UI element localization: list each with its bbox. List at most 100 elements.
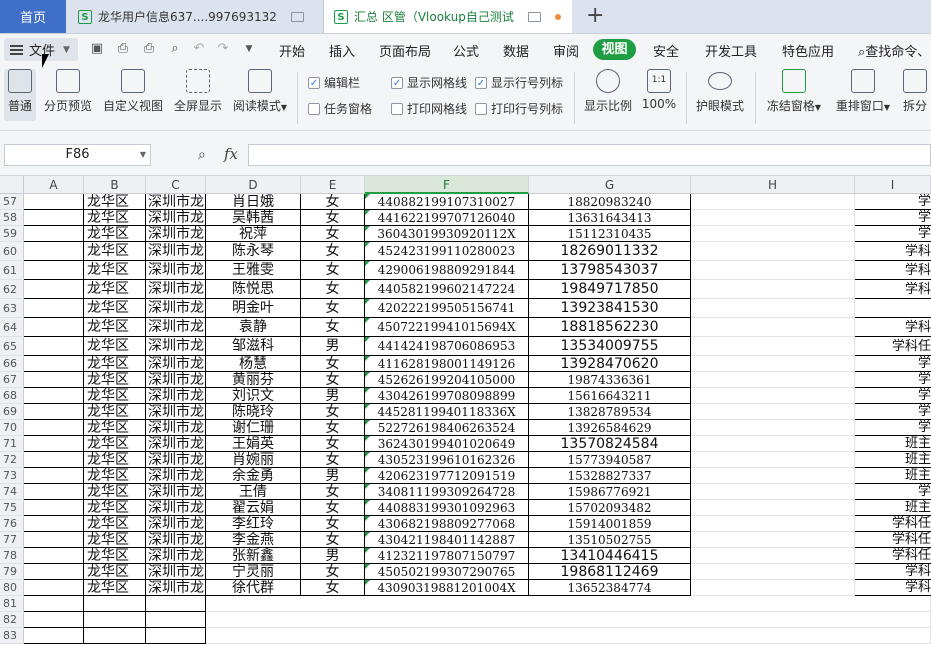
cell-district[interactable]: 龙华区 xyxy=(84,436,146,452)
cell-district[interactable]: 龙华区 xyxy=(84,372,146,388)
cell-h[interactable] xyxy=(691,436,855,452)
cell-gender[interactable]: 女 xyxy=(301,226,365,242)
row-header[interactable]: 59 xyxy=(0,226,24,242)
column-header-d[interactable]: D xyxy=(206,176,301,194)
cell-empty[interactable] xyxy=(206,596,931,612)
column-header-f[interactable]: F xyxy=(365,176,529,194)
menu-page-layout[interactable]: 页面布局 xyxy=(379,41,431,60)
cell-id-number[interactable]: 430426199708098899 xyxy=(365,388,529,404)
cell-a[interactable] xyxy=(24,372,84,388)
cell-role[interactable]: 学 xyxy=(855,210,931,226)
cell-a[interactable] xyxy=(24,628,84,644)
cell-gender[interactable]: 女 xyxy=(301,299,365,318)
cell-phone[interactable]: 13410446415 xyxy=(529,548,691,564)
cell-name[interactable]: 宁灵丽 xyxy=(206,564,301,580)
menu-start[interactable]: 开始 xyxy=(279,41,305,60)
zoom-button[interactable]: 显示比例 xyxy=(582,69,634,114)
cell-id-number[interactable]: 362430199401020649 xyxy=(365,436,529,452)
cell-district[interactable]: 龙华区 xyxy=(84,194,146,210)
column-header-g[interactable]: G xyxy=(529,176,691,194)
cell-city[interactable]: 深圳市龙 xyxy=(146,337,206,356)
print-preview-icon[interactable]: ⎙ xyxy=(116,42,130,56)
cell-name[interactable]: 杨慧 xyxy=(206,356,301,372)
cell-role[interactable]: 学 xyxy=(855,372,931,388)
row-header[interactable]: 73 xyxy=(0,468,24,484)
cell-city[interactable]: 深圳市龙 xyxy=(146,468,206,484)
cell-id-number[interactable]: 430421198401142887 xyxy=(365,532,529,548)
cell-phone[interactable]: 19874336361 xyxy=(529,372,691,388)
cell-district[interactable]: 龙华区 xyxy=(84,261,146,280)
formula-input[interactable] xyxy=(248,144,931,166)
cell-empty[interactable] xyxy=(206,612,931,628)
cell-a[interactable] xyxy=(24,596,84,612)
cell-id-number[interactable]: 43090319881201004X xyxy=(365,580,529,596)
cell-role[interactable]: 学 xyxy=(855,194,931,210)
cell-role[interactable]: 学 xyxy=(855,484,931,500)
cell-district[interactable]: 龙华区 xyxy=(84,484,146,500)
cell-phone[interactable]: 13570824584 xyxy=(529,436,691,452)
cell-id-number[interactable]: 36043019930920112X xyxy=(365,226,529,242)
cell-phone[interactable]: 15914001859 xyxy=(529,516,691,532)
cell-name[interactable]: 翟云娟 xyxy=(206,500,301,516)
cell-h[interactable] xyxy=(691,500,855,516)
edit-bar-checkbox[interactable]: ✓ 编辑栏 xyxy=(308,74,360,91)
row-header[interactable]: 72 xyxy=(0,452,24,468)
cell-city[interactable]: 深圳市龙 xyxy=(146,452,206,468)
cell-city[interactable]: 深圳市龙 xyxy=(146,388,206,404)
cell-b[interactable] xyxy=(84,628,146,644)
cell-district[interactable]: 龙华区 xyxy=(84,468,146,484)
undo-icon[interactable]: ↶ xyxy=(192,42,206,56)
cell-h[interactable] xyxy=(691,532,855,548)
custom-view-button[interactable]: 自定义视图 xyxy=(100,69,166,114)
rearrange-window-button[interactable]: 重排窗口▼ xyxy=(832,69,894,114)
cell-city[interactable]: 深圳市龙 xyxy=(146,532,206,548)
cell-phone[interactable]: 13926584629 xyxy=(529,420,691,436)
cell-gender[interactable]: 女 xyxy=(301,356,365,372)
print-rowcol-checkbox[interactable]: 打印行号列标 xyxy=(475,100,563,117)
cell-phone[interactable]: 15112310435 xyxy=(529,226,691,242)
cell-district[interactable]: 龙华区 xyxy=(84,500,146,516)
row-header[interactable]: 68 xyxy=(0,388,24,404)
menu-insert[interactable]: 插入 xyxy=(329,41,355,60)
cell-gender[interactable]: 女 xyxy=(301,564,365,580)
cell-a[interactable] xyxy=(24,210,84,226)
cell-name[interactable]: 刘识文 xyxy=(206,388,301,404)
cell-name[interactable]: 肖婉丽 xyxy=(206,452,301,468)
cell-role[interactable]: 班主 xyxy=(855,500,931,516)
cell-gender[interactable]: 男 xyxy=(301,337,365,356)
cell-a[interactable] xyxy=(24,404,84,420)
cell-h[interactable] xyxy=(691,194,855,210)
row-header[interactable]: 69 xyxy=(0,404,24,420)
cell-phone[interactable]: 15986776921 xyxy=(529,484,691,500)
cell-name[interactable]: 李金燕 xyxy=(206,532,301,548)
cell-district[interactable]: 龙华区 xyxy=(84,516,146,532)
cell-phone[interactable]: 13631643413 xyxy=(529,210,691,226)
cell-district[interactable]: 龙华区 xyxy=(84,420,146,436)
spreadsheet-grid[interactable]: A B C D E F G H I 57 龙华区 深圳市龙 肖日娥女 440882199… xyxy=(0,176,931,646)
cell-h[interactable] xyxy=(691,356,855,372)
cell-gender[interactable]: 女 xyxy=(301,318,365,337)
print-icon[interactable]: ⎙ xyxy=(142,42,156,56)
cell-phone[interactable]: 15702093482 xyxy=(529,500,691,516)
cell-role[interactable]: 学科任 xyxy=(855,516,931,532)
cell-role[interactable]: 学 xyxy=(855,388,931,404)
column-header-e[interactable]: E xyxy=(301,176,365,194)
cell-a[interactable] xyxy=(24,468,84,484)
cell-gender[interactable]: 女 xyxy=(301,532,365,548)
row-header[interactable]: 75 xyxy=(0,500,24,516)
cell-city[interactable]: 深圳市龙 xyxy=(146,356,206,372)
cell-name[interactable]: 肖日娥 xyxy=(206,194,301,210)
cell-role[interactable]: 学 xyxy=(855,420,931,436)
cell-phone[interactable]: 13798543037 xyxy=(529,261,691,280)
cell-district[interactable]: 龙华区 xyxy=(84,318,146,337)
cell-a[interactable] xyxy=(24,388,84,404)
cell-district[interactable]: 龙华区 xyxy=(84,337,146,356)
cell-h[interactable] xyxy=(691,210,855,226)
cell-phone[interactable]: 13652384774 xyxy=(529,580,691,596)
cell-phone[interactable]: 13510502755 xyxy=(529,532,691,548)
zoom-search-icon[interactable]: ⌕ xyxy=(198,147,206,163)
cell-name[interactable]: 王雅雯 xyxy=(206,261,301,280)
cell-h[interactable] xyxy=(691,280,855,299)
task-pane-checkbox[interactable]: 任务窗格 xyxy=(308,100,372,117)
cell-phone[interactable]: 13923841530 xyxy=(529,299,691,318)
